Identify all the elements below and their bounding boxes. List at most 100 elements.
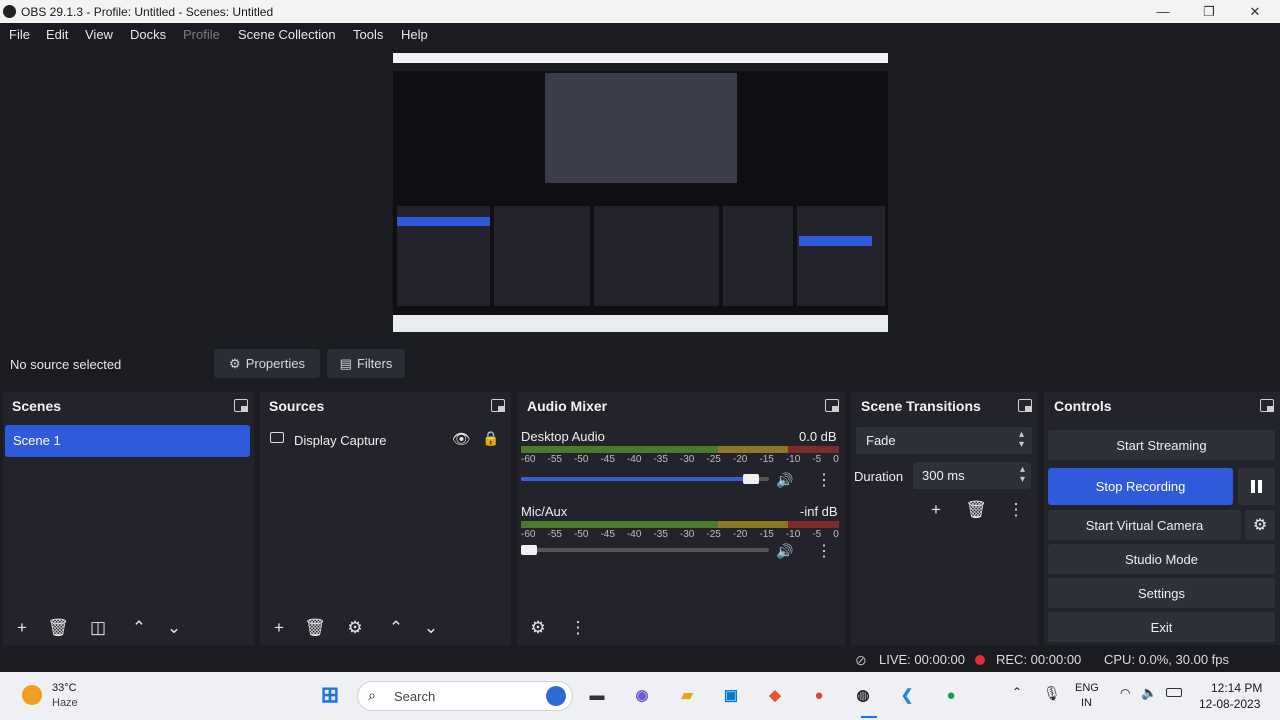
volume-meter [521,521,839,528]
battery-icon[interactable] [1166,688,1182,697]
clock-time[interactable]: 12:14 PM [1211,681,1262,695]
menu-profile[interactable]: Profile [183,27,220,42]
meter-tick-label: -45 [600,454,615,465]
properties-button[interactable]: ⚙ Properties [214,349,320,378]
undock-icon[interactable] [1260,399,1274,412]
exit-button[interactable]: Exit [1048,612,1275,642]
wifi-icon[interactable]: ◠ [1120,686,1130,700]
language-top[interactable]: ENG [1075,682,1099,694]
add-transition-button[interactable]: + [923,498,949,522]
transition-menu-button[interactable]: ⋮ [1003,498,1029,522]
volume-slider-handle[interactable] [521,545,537,555]
filters-button[interactable]: ▤ Filters [327,349,405,378]
store-icon[interactable]: ▣ [717,681,745,709]
vscode-icon[interactable]: ❮ [893,681,921,709]
maximize-button[interactable]: ❐ [1194,2,1224,21]
undock-icon[interactable] [825,399,839,412]
menu-file[interactable]: File [9,27,30,42]
minimize-button[interactable]: — [1148,2,1178,21]
teams-chat-icon[interactable]: ◉ [628,681,656,709]
advanced-audio-button[interactable]: ⚙ [525,616,551,640]
source-properties-button[interactable]: ⚙ [342,616,368,640]
scenes-dock: Scenes Scene 1 + 🗑 ◫ ⌃ ⌄ [3,392,254,645]
channel-menu-icon[interactable]: ⋮ [816,470,832,490]
volume-slider-handle[interactable] [743,474,759,484]
chrome-profile-icon[interactable]: ● [937,681,965,709]
meter-tick-label: -45 [600,529,615,540]
meter-tick-label: -35 [653,454,668,465]
move-up-button[interactable]: ⌃ [126,616,152,640]
menu-help[interactable]: Help [401,27,428,42]
meter-tick-label: -15 [759,529,774,540]
obs-taskbar-icon[interactable]: ◍ [849,681,877,709]
preview-canvas[interactable] [393,53,888,332]
transition-select[interactable]: Fade ▴ ▾ [856,427,1032,454]
speaker-icon[interactable]: 🔊 [776,543,793,560]
menu-tools[interactable]: Tools [353,27,383,42]
obs-app-icon [3,5,16,18]
status-bar: ⊘ LIVE: 00:00:00 REC: 00:00:00 CPU: 0.0%… [0,648,1280,672]
windows-start-icon[interactable]: ⊞ [316,681,344,709]
volume-icon[interactable]: 🔈 [1141,685,1157,701]
source-item[interactable]: Display Capture 👁 🔒 [266,425,506,455]
scene-item[interactable]: Scene 1 [5,425,250,457]
updown-icon: ▴ ▾ [1019,464,1025,485]
weather-temp: 33°C [52,682,77,694]
task-view-icon[interactable]: ▬ [583,681,611,709]
move-down-button[interactable]: ⌄ [161,616,187,640]
no-source-label: No source selected [10,357,122,372]
add-scene-button[interactable]: + [9,616,35,640]
remove-scene-button[interactable]: 🗑 [45,616,71,640]
meter-tick-label: -60 [521,454,536,465]
chrome-icon[interactable]: ● [805,681,833,709]
scene-filters-button[interactable]: ◫ [85,616,111,640]
add-source-button[interactable]: + [266,616,292,640]
undock-icon[interactable] [1018,399,1032,412]
filters-label: Filters [356,356,393,371]
active-app-indicator [861,716,877,718]
taskbar-search[interactable]: ⌕ Search [357,681,573,711]
duration-label: Duration [854,469,904,484]
remove-source-button[interactable]: 🗑 [302,616,328,640]
stream-off-icon: ⊘ [855,652,867,668]
chevron-up-icon[interactable]: ⌃ [1012,685,1022,699]
menu-docks[interactable]: Docks [130,27,166,42]
duration-spinbox[interactable]: 300 ms ▴ ▾ [913,462,1031,489]
start-streaming-button[interactable]: Start Streaming [1048,430,1275,460]
brave-icon[interactable]: ◆ [761,681,789,709]
menu-edit[interactable]: Edit [46,27,68,42]
studio-mode-button[interactable]: Studio Mode [1048,544,1275,574]
gear-icon: ⚙ [1252,517,1268,534]
remove-transition-button[interactable]: 🗑 [963,498,989,522]
weather-desc: Haze [52,697,78,709]
undock-icon[interactable] [234,399,248,412]
speaker-icon[interactable]: 🔊 [776,472,793,489]
gear-icon: ⚙ [229,355,241,371]
move-up-button[interactable]: ⌃ [383,616,409,640]
microphone-icon[interactable]: 🎙 [1043,685,1061,702]
move-down-button[interactable]: ⌄ [418,616,444,640]
weather-sun-icon [22,685,42,705]
start-virtual-camera-button[interactable]: Start Virtual Camera [1048,510,1241,540]
search-icon: ⌕ [368,687,376,703]
undock-icon[interactable] [491,399,505,412]
rec-status: REC: 00:00:00 [996,652,1082,667]
meter-tick-label: -5 [812,454,822,465]
settings-button[interactable]: Settings [1048,578,1275,608]
volume-slider-track[interactable] [521,548,769,552]
lock-icon[interactable]: 🔒 [482,430,499,447]
channel-menu-icon[interactable]: ⋮ [816,541,832,561]
meter-tick-label: -30 [679,529,695,540]
virtual-camera-settings-button[interactable]: ⚙ [1245,510,1275,540]
close-button[interactable]: ✕ [1240,2,1270,21]
menu-scene-collection[interactable]: Scene Collection [238,27,336,42]
transitions-title: Scene Transitions [861,398,981,414]
menu-view[interactable]: View [85,27,113,42]
pause-recording-button[interactable] [1238,468,1275,505]
channel-name: Mic/Aux [521,504,568,519]
mixer-menu-button[interactable]: ⋮ [565,616,591,640]
eye-icon[interactable]: 👁 [452,430,471,448]
file-explorer-icon[interactable]: ▰ [673,681,701,709]
stop-recording-button[interactable]: Stop Recording [1048,468,1233,505]
meter-tick-label: -35 [653,529,668,540]
